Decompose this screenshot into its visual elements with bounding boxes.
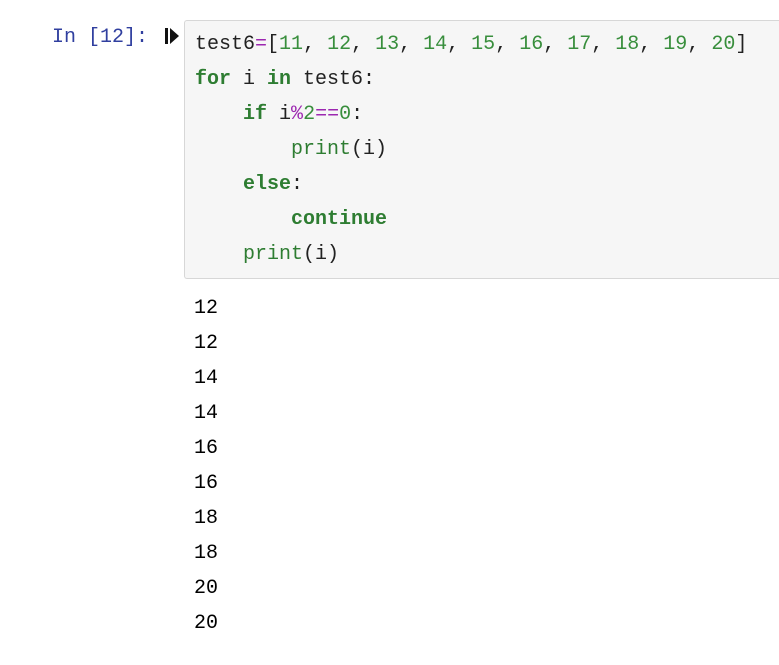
- code-op: %: [291, 103, 303, 126]
- code-indent: [195, 208, 291, 231]
- code-comma: ,: [687, 33, 711, 56]
- code-num: 18: [615, 33, 639, 56]
- code-var: test6: [195, 33, 255, 56]
- code-num: 14: [423, 33, 447, 56]
- code-input[interactable]: test6=[11, 12, 13, 14, 15, 16, 17, 18, 1…: [184, 20, 779, 279]
- code-bracket: [: [267, 33, 279, 56]
- input-cell: In [12]: test6=[11, 12, 13, 14, 15, 16, …: [20, 20, 779, 279]
- code-text: :: [351, 103, 363, 126]
- code-num: 0: [339, 103, 351, 126]
- code-num: 15: [471, 33, 495, 56]
- code-num: 17: [567, 33, 591, 56]
- code-comma: ,: [303, 33, 327, 56]
- code-text: (i): [303, 243, 339, 266]
- code-text: i: [267, 103, 291, 126]
- output-prompt-spacer: [20, 287, 184, 645]
- code-kw: else: [243, 173, 291, 196]
- code-kw: if: [243, 103, 267, 126]
- code-indent: [195, 243, 243, 266]
- run-cell-button[interactable]: [160, 20, 184, 58]
- code-num: 19: [663, 33, 687, 56]
- output-cell: 12 12 14 14 16 16 18 18 20 20: [20, 287, 779, 645]
- code-indent: [195, 103, 243, 126]
- prompt-suffix: :: [136, 26, 148, 49]
- code-comma: ,: [495, 33, 519, 56]
- code-comma: ,: [351, 33, 375, 56]
- code-kw: continue: [291, 208, 387, 231]
- code-num: 2: [303, 103, 315, 126]
- code-indent: [195, 138, 291, 161]
- prompt-prefix: In: [52, 26, 88, 49]
- input-prompt: In [12]:: [20, 20, 160, 55]
- code-num: 20: [711, 33, 735, 56]
- code-text: i: [231, 68, 267, 91]
- code-kw: in: [267, 68, 291, 91]
- code-comma: ,: [399, 33, 423, 56]
- code-text: test6:: [291, 68, 375, 91]
- output-stdout: 12 12 14 14 16 16 18 18 20 20: [184, 287, 779, 645]
- code-text: :: [291, 173, 303, 196]
- code-op: =: [255, 33, 267, 56]
- code-comma: ,: [591, 33, 615, 56]
- code-comma: ,: [447, 33, 471, 56]
- code-func: print: [243, 243, 303, 266]
- code-text: (i): [351, 138, 387, 161]
- code-bracket: ]: [735, 33, 747, 56]
- code-indent: [195, 173, 243, 196]
- run-cell-icon: [164, 29, 180, 52]
- code-num: 13: [375, 33, 399, 56]
- prompt-exec-count: [12]: [88, 26, 136, 49]
- code-op: ==: [315, 103, 339, 126]
- code-num: 11: [279, 33, 303, 56]
- code-num: 16: [519, 33, 543, 56]
- code-kw: for: [195, 68, 231, 91]
- code-comma: ,: [639, 33, 663, 56]
- code-num: 12: [327, 33, 351, 56]
- code-comma: ,: [543, 33, 567, 56]
- code-func: print: [291, 138, 351, 161]
